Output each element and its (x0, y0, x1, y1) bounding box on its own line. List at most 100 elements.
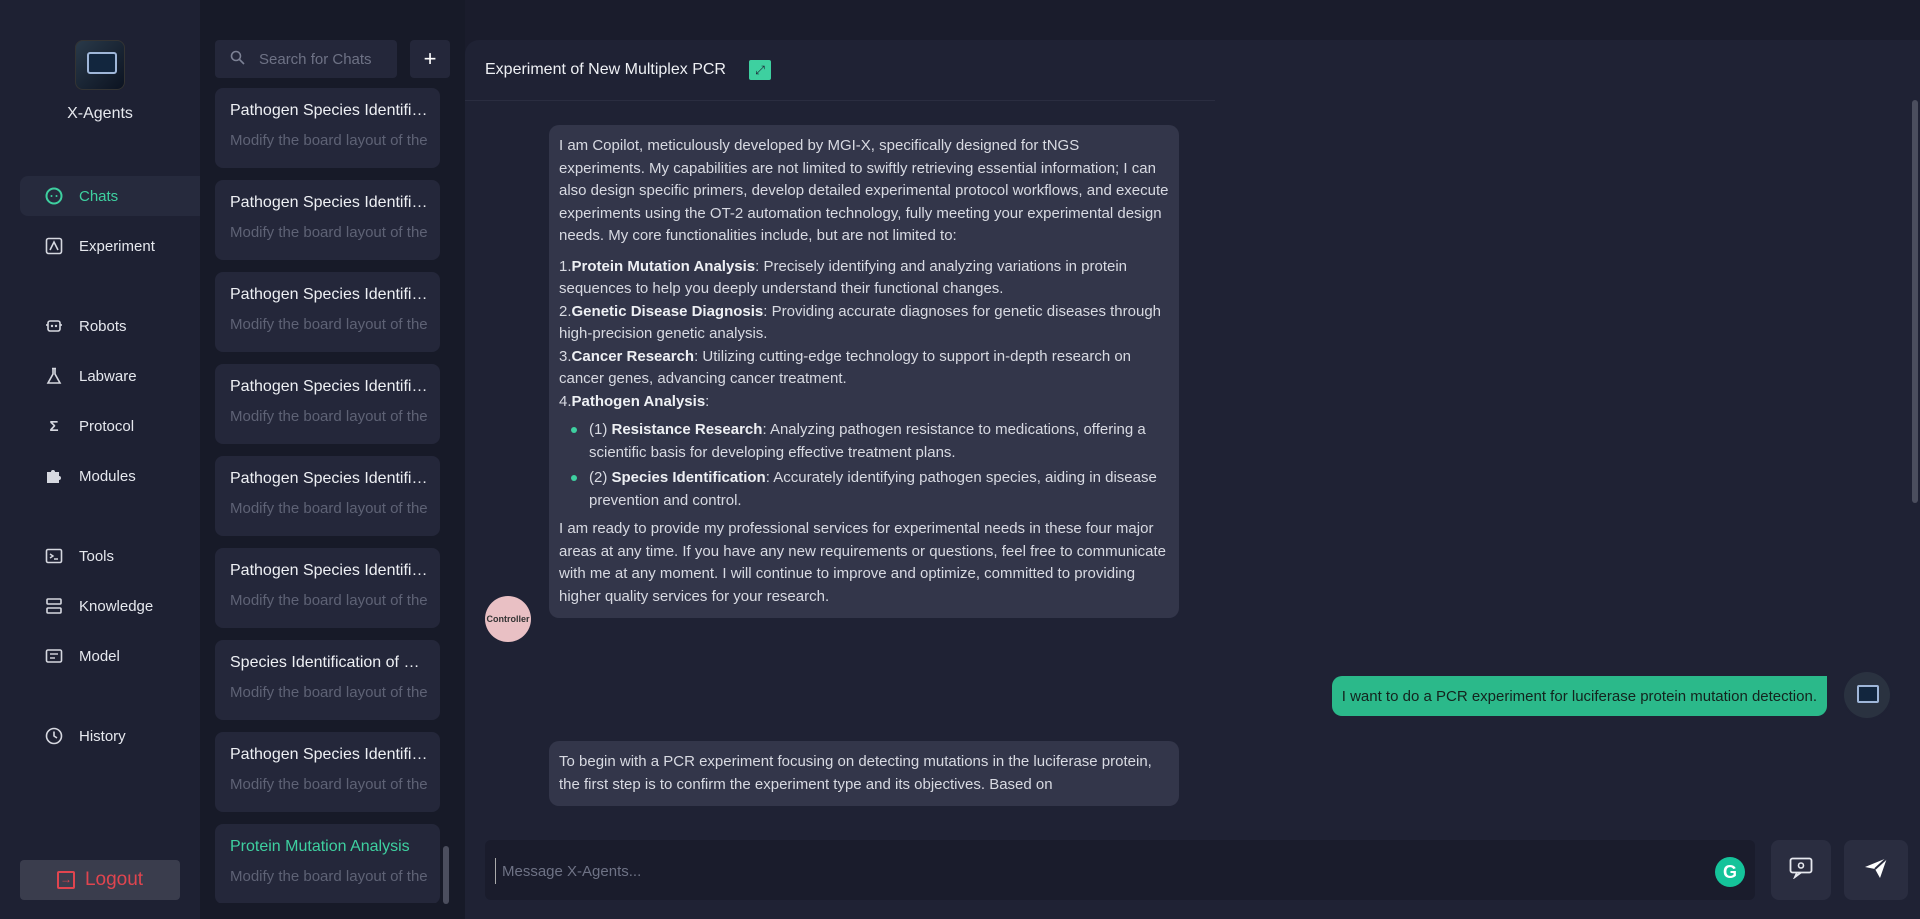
chat-settings-icon (1789, 857, 1813, 884)
nav-label: Chats (79, 187, 119, 205)
chat-subtitle: Modify the board layout of the (230, 500, 428, 517)
chat-subtitle: Modify the board layout of the (230, 776, 428, 793)
chat-item[interactable]: Pathogen Species Identification Modify t… (215, 364, 440, 444)
chat-subtitle: Modify the board layout of the (230, 316, 428, 333)
user-message: I want to do a PCR experiment for lucife… (1331, 676, 1827, 716)
chat-title: Pathogen Species Identification (230, 194, 430, 211)
attach-tool-button[interactable] (1771, 840, 1831, 900)
chat-item[interactable]: Pathogen Species Identification Modify t… (215, 732, 440, 812)
logout-button[interactable]: → Logout (20, 860, 180, 900)
terminal-icon (45, 547, 63, 565)
chat-item[interactable]: Species Identification of Pathogens Modi… (215, 640, 440, 720)
chat-list: Pathogen Species Identification Modify t… (215, 88, 440, 903)
new-chat-button[interactable]: + (410, 40, 450, 78)
chat-title: Pathogen Species Identification (230, 562, 430, 579)
nav-label: Experiment (79, 237, 155, 255)
nav-label: Model (79, 647, 120, 665)
chat-subtitle: Modify the board layout of the (230, 408, 428, 425)
feature-item: 1.Protein Mutation Analysis: Precisely i… (559, 257, 1128, 298)
nav-item-knowledge[interactable]: Knowledge (20, 586, 200, 626)
chat-title: Protein Mutation Analysis (230, 838, 410, 855)
conversation-header: Experiment of New Multiplex PCR ⤢ (465, 40, 1215, 101)
chat-list-scrollbar[interactable] (443, 846, 449, 904)
send-button[interactable] (1844, 840, 1908, 900)
search-icon (230, 50, 245, 68)
nav-item-experiment[interactable]: Experiment (20, 226, 200, 266)
messages-scrollbar[interactable] (1912, 100, 1918, 503)
chat-item[interactable]: Pathogen Species Identification Modify t… (215, 180, 440, 260)
chat-subtitle: Modify the board layout of the (230, 868, 428, 885)
logout-icon: → (56, 871, 75, 889)
grammarly-icon[interactable]: G (1715, 857, 1745, 887)
chat-item[interactable]: Pathogen Species Identification Modify t… (215, 272, 440, 352)
puzzle-icon (45, 467, 63, 485)
sigma-icon: Σ (49, 417, 59, 435)
user-avatar (1844, 672, 1890, 718)
intro-paragraph: I am Copilot, meticulously developed by … (559, 137, 1169, 244)
chat-title: Species Identification of Pathogens (230, 654, 430, 671)
stack-icon (45, 597, 63, 615)
chat-title: Pathogen Species Identification (230, 286, 430, 303)
plus-icon: + (423, 46, 437, 71)
expand-icon: ⤢ (755, 62, 765, 77)
sub-feature-item: (2) Species Identification: Accurately i… (571, 467, 1169, 512)
sub-feature-list: (1) Resistance Research: Analyzing patho… (559, 419, 1169, 512)
message-list: I am Copilot, meticulously developed by … (465, 100, 1920, 838)
nav-item-protocol[interactable]: Σ Protocol (20, 406, 200, 446)
nav-label: Robots (79, 317, 127, 335)
expand-button[interactable]: ⤢ (749, 60, 771, 80)
nav-item-robots[interactable]: Robots (20, 306, 200, 346)
nav-item-history[interactable]: History (20, 716, 200, 756)
nav-item-labware[interactable]: Labware (20, 356, 200, 396)
reply-paragraph: To begin with a PCR experiment focusing … (559, 753, 1152, 793)
chat-item-active[interactable]: Protein Mutation Analysis Modify the boa… (215, 824, 440, 903)
chat-title: Pathogen Species Identification (230, 378, 430, 395)
feature-item: 4.Pathogen Analysis: (559, 392, 710, 410)
logout-label: Logout (84, 869, 144, 890)
nav-item-chats[interactable]: Chats (20, 176, 200, 216)
app-name: X-Agents (67, 105, 133, 122)
nav-label: History (79, 727, 126, 745)
sub-feature-item: (1) Resistance Research: Analyzing patho… (571, 419, 1169, 464)
clock-icon (45, 727, 63, 745)
chat-item[interactable]: Pathogen Species Identification Modify t… (215, 456, 440, 536)
nav-label: Modules (79, 467, 136, 485)
composer: G (485, 840, 1755, 900)
search-box[interactable] (215, 40, 397, 78)
chat-title: Pathogen Species Identification (230, 746, 430, 763)
bot-message: To begin with a PCR experiment focusing … (549, 741, 1179, 806)
flask-icon (45, 367, 63, 385)
experiment-icon (45, 237, 63, 255)
chat-subtitle: Modify the board layout of the (230, 132, 428, 149)
chat-subtitle: Modify the board layout of the (230, 224, 428, 241)
app-logo (75, 40, 125, 90)
nav-item-tools[interactable]: Tools (20, 536, 200, 576)
robot-icon (45, 317, 63, 335)
feature-item: 3.Cancer Research: Utilizing cutting-edg… (559, 347, 1132, 388)
chat-subtitle: Modify the board layout of the (230, 684, 428, 701)
bot-message: I am Copilot, meticulously developed by … (549, 125, 1179, 618)
send-icon (1863, 856, 1889, 885)
chat-item[interactable]: Pathogen Species Identification Modify t… (215, 88, 440, 168)
conversation-panel: Experiment of New Multiplex PCR ⤢ I am C… (465, 40, 1920, 919)
chat-title: Pathogen Species Identification (230, 470, 430, 487)
chat-list-panel: + Pathogen Species Identification Modify… (200, 0, 465, 919)
closing-paragraph: I am ready to provide my professional se… (559, 520, 1166, 605)
chat-icon (45, 187, 63, 205)
nav-item-model[interactable]: Model (20, 636, 200, 676)
chat-subtitle: Modify the board layout of the (230, 592, 428, 609)
bot-avatar: Controller (485, 596, 531, 642)
chat-title: Pathogen Species Identification (230, 102, 430, 119)
nav-label: Labware (79, 367, 137, 385)
conversation-title: Experiment of New Multiplex PCR (485, 61, 726, 78)
nav-label: Protocol (79, 417, 135, 435)
model-icon (45, 647, 63, 665)
feature-item: 2.Genetic Disease Diagnosis: Providing a… (559, 302, 1162, 343)
left-nav: X-Agents Chats Experiment Robots Labware… (0, 0, 200, 919)
nav-label: Tools (79, 547, 115, 565)
chat-item[interactable]: Pathogen Species Identification Modify t… (215, 548, 440, 628)
message-input[interactable] (495, 858, 1674, 884)
nav-label: Knowledge (79, 597, 154, 615)
nav-item-modules[interactable]: Modules (20, 456, 200, 496)
search-input[interactable] (257, 49, 391, 69)
